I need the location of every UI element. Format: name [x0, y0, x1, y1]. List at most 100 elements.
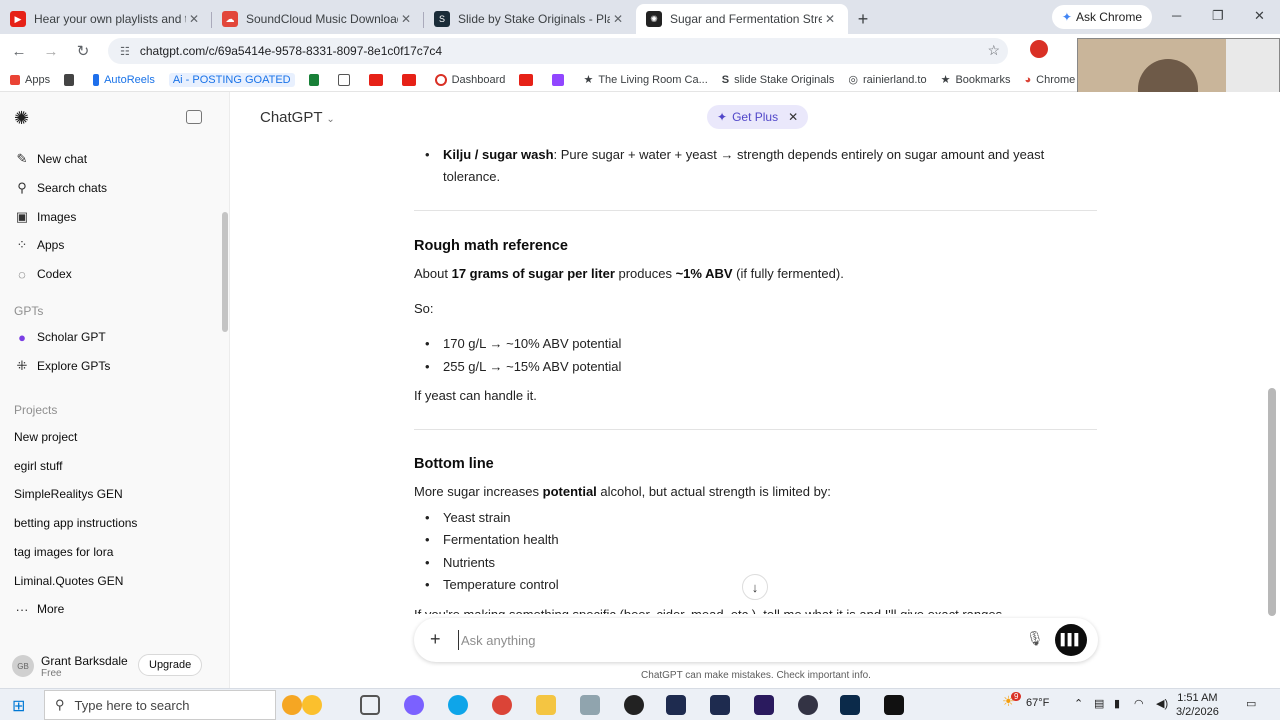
browser-tab[interactable]: ▶ Hear your own playlists and the ✕	[0, 4, 212, 34]
sidebar-item-images[interactable]: ▣ Images	[0, 204, 222, 230]
sidebar-toggle-icon[interactable]	[186, 110, 202, 124]
browser-tab-active[interactable]: ✺ Sugar and Fermentation Streng ✕	[636, 4, 848, 34]
sidebar-scrollbar[interactable]	[222, 212, 228, 332]
bookmark-item[interactable]	[368, 73, 388, 86]
url-text: chatgpt.com/c/69a5414e-9578-8331-8097-8e…	[139, 44, 443, 58]
ask-chrome-button[interactable]: ✦ Ask Chrome	[1051, 5, 1152, 29]
bookmark-item[interactable]	[401, 73, 421, 86]
gpts-heading: GPTs	[14, 304, 44, 318]
bookmark-bookmarks[interactable]: ★ Bookmarks	[941, 73, 1011, 87]
bookmark-rainierland[interactable]: ◎ rainierland.to	[848, 73, 926, 87]
main-scrollbar[interactable]	[1268, 388, 1276, 616]
sparkle-icon: ✦	[717, 110, 728, 124]
extension-icon[interactable]	[1030, 40, 1048, 58]
edit-icon: ✎	[16, 151, 28, 166]
back-icon[interactable]: ←	[6, 38, 32, 64]
chatgpt-icon: ✺	[646, 11, 662, 27]
bookmark-apps[interactable]: Apps	[10, 74, 50, 86]
youtube-icon	[368, 73, 383, 86]
close-icon[interactable]: ✕	[788, 110, 798, 124]
plus-icon[interactable]: +	[430, 629, 441, 650]
close-tab-icon[interactable]: ✕	[610, 12, 626, 26]
user-profile[interactable]: GB Grant Barksdale Free Upgrade	[0, 644, 229, 688]
sidebar-item-project[interactable]: tag images for lora	[0, 539, 222, 565]
projects-heading: Projects	[14, 403, 58, 417]
capcut-icon[interactable]	[884, 695, 904, 715]
bookmark-item[interactable]	[552, 73, 569, 86]
notifications-icon[interactable]: ▭	[1246, 697, 1256, 710]
upgrade-button[interactable]: Upgrade	[138, 654, 203, 676]
tab-title: Sugar and Fermentation Streng	[670, 12, 822, 26]
network-icon[interactable]: ▤	[1094, 697, 1104, 710]
model-selector[interactable]: ChatGPT ⌄	[260, 109, 335, 126]
sidebar-item-codex[interactable]: ◌ Codex	[0, 261, 222, 287]
get-plus-button[interactable]: ✦ Get Plus ✕	[707, 105, 809, 129]
bookmark-autoreels[interactable]: AutoReels	[93, 73, 155, 86]
bookmark-star-icon[interactable]: ☆	[987, 42, 1000, 59]
taskbar-search[interactable]: ⚲ Type here to search	[44, 690, 276, 720]
weather-temp[interactable]: 67°F	[1026, 697, 1049, 709]
app-icon[interactable]	[798, 695, 818, 715]
address-bar[interactable]: ☷ chatgpt.com/c/69a5414e-9578-8331-8097-…	[108, 38, 1008, 64]
close-tab-icon[interactable]: ✕	[186, 12, 202, 26]
photoshop-icon[interactable]	[840, 695, 860, 715]
reload-icon[interactable]: ↻	[70, 38, 96, 64]
new-tab-button[interactable]: +	[848, 4, 878, 34]
sidebar-item-search-chats[interactable]: ⚲ Search chats	[0, 175, 222, 201]
volume-icon[interactable]: ◀)	[1156, 697, 1168, 710]
browser-tab[interactable]: ☁ SoundCloud Music Downloader ✕	[212, 4, 424, 34]
forward-icon[interactable]: →	[38, 38, 64, 64]
bookmark-item[interactable]	[519, 73, 538, 86]
clock[interactable]: 1:51 AM 3/2/2026	[1176, 691, 1219, 719]
bookmark-item[interactable]	[308, 73, 324, 86]
edge-icon[interactable]	[448, 695, 468, 715]
widget-icon[interactable]	[302, 695, 322, 715]
browser-tab[interactable]: S Slide by Stake Originals - Play F ✕	[424, 4, 636, 34]
close-tab-icon[interactable]: ✕	[398, 12, 414, 26]
file-explorer-icon[interactable]	[536, 695, 556, 715]
close-tab-icon[interactable]: ✕	[822, 12, 838, 26]
sidebar-item-new-project[interactable]: New project	[0, 424, 222, 450]
microphone-icon[interactable]: 🎙	[1026, 630, 1044, 647]
twitch-icon	[552, 73, 565, 86]
bookmark-ai-posting[interactable]: Ai - POSTING GOATED	[168, 72, 295, 87]
copilot-icon[interactable]	[404, 695, 424, 715]
app-icon[interactable]	[580, 695, 600, 715]
bookmark-item[interactable]	[64, 73, 79, 86]
sidebar-item-scholar-gpt[interactable]: ● Scholar GPT	[0, 324, 222, 350]
maximize-icon[interactable]: ❐	[1212, 8, 1224, 24]
site-info-icon[interactable]: ☷	[120, 45, 130, 58]
sidebar-item-project[interactable]: Liminal.Quotes GEN	[0, 568, 222, 594]
bookmark-living-room[interactable]: ★ The Living Room Ca...	[583, 73, 707, 87]
usb-icon[interactable]: ▮	[1114, 697, 1120, 710]
vegas-icon[interactable]	[710, 695, 730, 715]
sidebar-item-project[interactable]: SimpleRealitys GEN	[0, 481, 222, 507]
obs-icon[interactable]	[624, 695, 644, 715]
task-view-icon[interactable]	[360, 695, 380, 715]
minimize-icon[interactable]: ─	[1172, 8, 1181, 23]
chrome-icon[interactable]	[492, 695, 512, 715]
code-icon: ◌	[18, 266, 26, 282]
sidebar-item-project[interactable]: betting app instructions	[0, 510, 222, 536]
bookmark-dashboard[interactable]: Dashboard	[434, 73, 505, 86]
widget-icon[interactable]	[282, 695, 302, 715]
sidebar-item-project[interactable]: egirl stuff	[0, 453, 222, 479]
bookmark-slide-stake[interactable]: Sslide Stake Originals	[722, 74, 835, 86]
bookmark-item[interactable]	[337, 73, 355, 86]
sidebar-item-new-chat[interactable]: ✎ New chat	[0, 146, 222, 172]
after-effects-icon[interactable]	[754, 695, 774, 715]
search-icon: ⚲	[55, 697, 65, 712]
wifi-icon[interactable]: ◠	[1134, 697, 1144, 710]
sidebar-item-apps[interactable]: ⁘ Apps	[0, 232, 222, 258]
sidebar-item-more[interactable]: ··· More	[0, 596, 222, 622]
chevron-up-icon[interactable]: ⌃	[1074, 697, 1083, 710]
waveform-icon: ▌▌▌	[1060, 634, 1082, 646]
prompt-input[interactable]	[458, 630, 998, 650]
openai-logo-icon[interactable]: ✺	[14, 108, 29, 129]
close-window-icon[interactable]: ✕	[1254, 8, 1265, 24]
scroll-down-button[interactable]: ↓	[742, 574, 768, 600]
vegas-icon[interactable]	[666, 695, 686, 715]
sidebar-item-explore-gpts[interactable]: ⁜ Explore GPTs	[0, 353, 222, 379]
windows-start-icon[interactable]: ⊞	[12, 696, 25, 716]
voice-mode-button[interactable]: ▌▌▌	[1055, 624, 1087, 656]
